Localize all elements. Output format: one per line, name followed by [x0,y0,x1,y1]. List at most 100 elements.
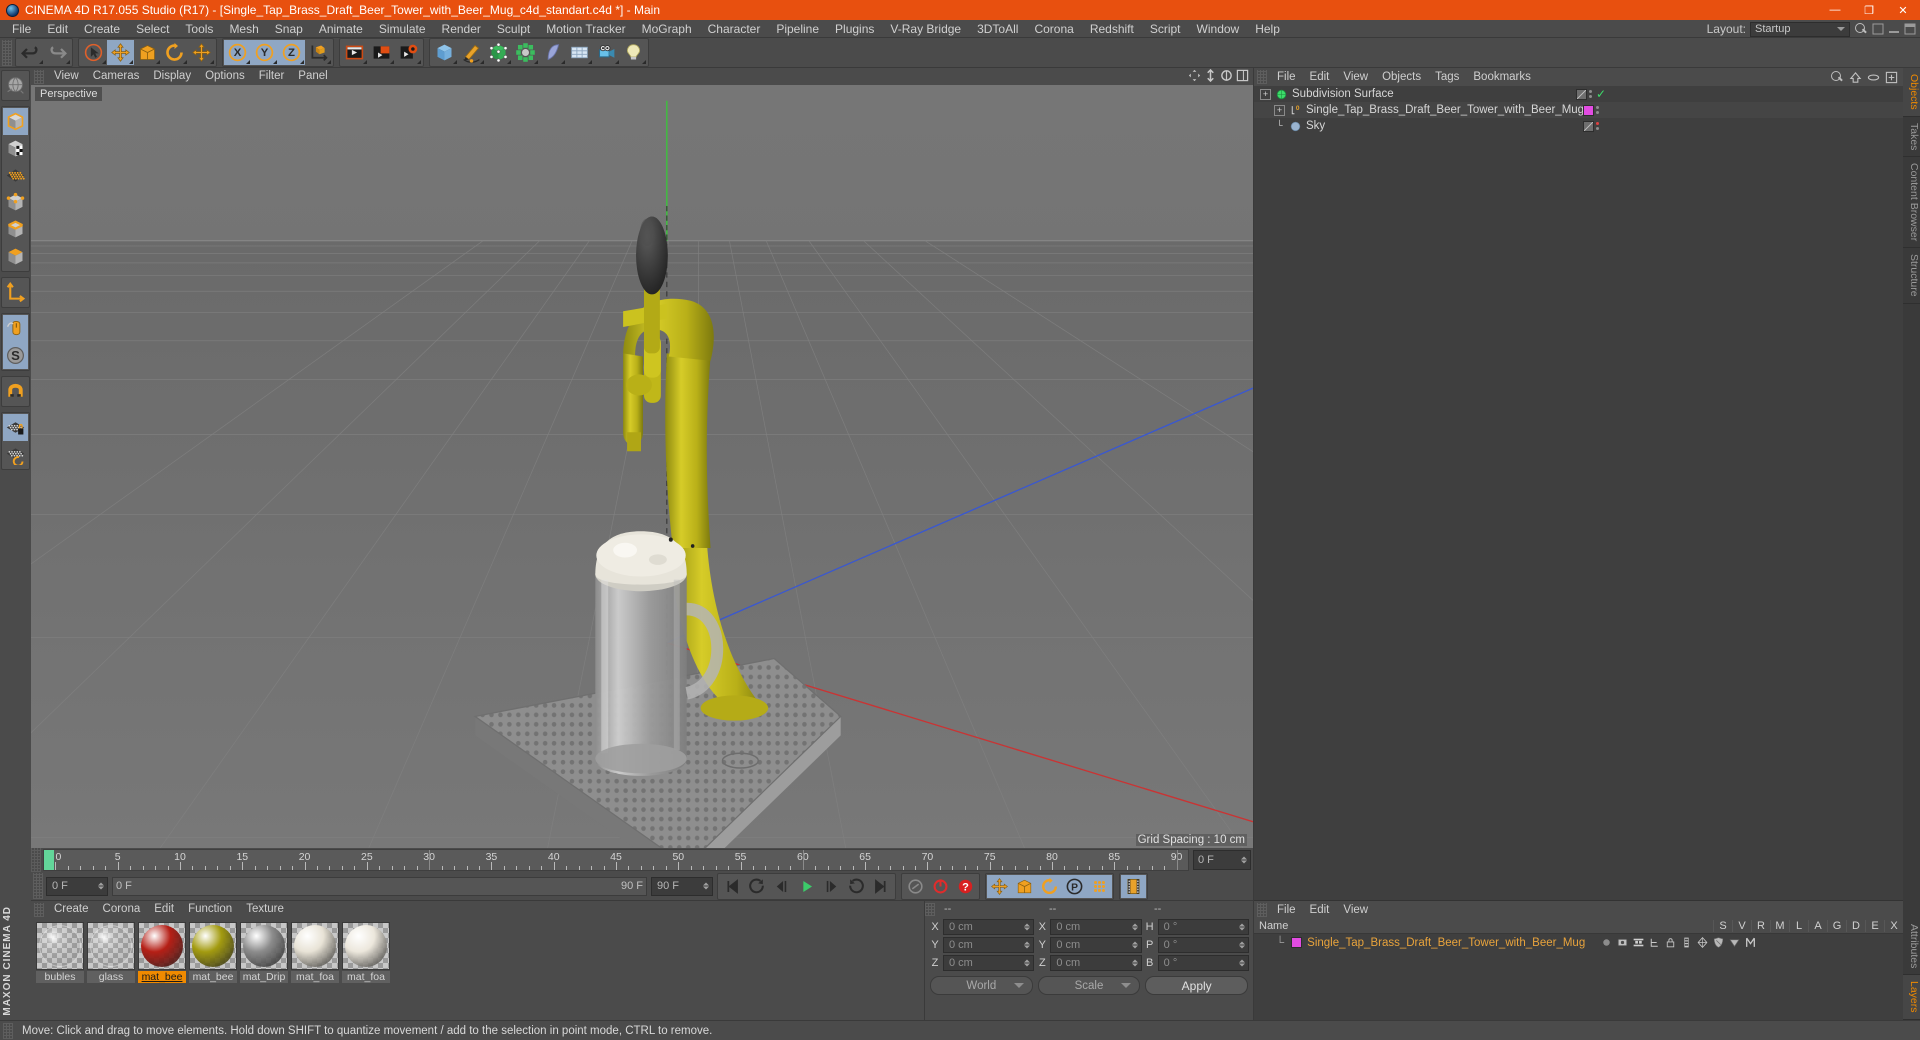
material-menu-corona[interactable]: Corona [96,901,148,918]
texture-mode-button[interactable] [3,135,28,162]
primitive-cube-button[interactable] [431,40,458,65]
menu-item-character[interactable]: Character [700,20,769,38]
floor-button[interactable] [566,40,593,65]
coordinate-grip[interactable] [925,902,935,916]
material-item[interactable]: mat_foa [342,922,390,983]
value-stepper[interactable] [1024,923,1031,931]
axis-modify-button[interactable] [3,279,28,306]
key-pla-button[interactable] [1087,874,1112,898]
menu-item-plugins[interactable]: Plugins [827,20,882,38]
attribute-column-g[interactable]: G [1827,920,1846,932]
object-menu-objects[interactable]: Objects [1375,68,1428,86]
menu-item-create[interactable]: Create [76,20,128,38]
object-row[interactable]: └ Sky [1254,118,1903,134]
render-tag-icon[interactable] [1632,936,1645,949]
visibility-dots[interactable] [1596,122,1599,130]
menu-item-corona[interactable]: Corona [1026,20,1081,38]
value-stepper[interactable] [1238,959,1245,967]
tree-expander[interactable]: └ [1274,120,1285,132]
value-stepper[interactable] [1131,941,1138,949]
maximize-button[interactable]: ❐ [1852,0,1886,20]
timeline-toggle-button[interactable] [1121,874,1146,898]
menu-item-tools[interactable]: Tools [177,20,221,38]
menu-item-redshift[interactable]: Redshift [1082,20,1142,38]
shade-tag-icon[interactable] [1728,936,1741,949]
start-frame-stepper[interactable] [98,882,104,890]
viewport-menu-filter[interactable]: Filter [252,68,292,85]
menu-item-snap[interactable]: Snap [267,20,311,38]
mograph-tag-icon[interactable] [1744,936,1757,949]
material-item[interactable]: mat_Drip [240,922,288,983]
key-parameter-button[interactable]: P [1062,874,1087,898]
material-item[interactable]: mat_bee [189,922,237,983]
maximize-view-icon[interactable] [1236,69,1249,82]
minimize-button[interactable]: — [1818,0,1852,20]
timeline-ruler[interactable]: 051015202530354045505560657075808590 [43,849,1189,871]
viewport-menu-panel[interactable]: Panel [291,68,334,85]
menu-item-simulate[interactable]: Simulate [371,20,434,38]
object-menu-file[interactable]: File [1270,68,1303,86]
redo-button[interactable] [44,40,71,65]
attribute-menu-edit[interactable]: Edit [1303,901,1337,919]
material-item[interactable]: bubles [36,922,84,983]
point-mode-button[interactable] [3,189,28,216]
menu-item-file[interactable]: File [4,20,39,38]
end-frame-field[interactable]: 90 F [651,876,713,896]
key-scale-button[interactable] [1012,874,1037,898]
object-row[interactable]: +0 Single_Tap_Brass_Draft_Beer_Tower_with… [1254,102,1903,118]
frame-stepper[interactable] [1241,856,1247,864]
record-button[interactable] [928,875,953,898]
generator-button[interactable] [485,40,512,65]
deform-tag-icon[interactable] [1696,936,1709,949]
material-item[interactable]: mat_bee [138,922,186,983]
attribute-column-s[interactable]: S [1713,920,1732,932]
material-item[interactable]: glass [87,922,135,983]
step-back-button[interactable] [769,875,794,898]
close-button[interactable]: ✕ [1886,0,1920,20]
object-menu-view[interactable]: View [1336,68,1375,86]
attribute-row[interactable]: └ Single_Tap_Brass_Draft_Beer_Tower_with_… [1254,934,1903,951]
timeline-scrub-track[interactable]: 0 F 90 F [112,876,647,896]
coordinate-size-input[interactable]: 0 cm [1050,937,1142,953]
model-mode-button[interactable] [3,108,28,135]
menu-item-pipeline[interactable]: Pipeline [768,20,827,38]
object-manager[interactable]: + Subdivision Surface ✓ +0 Single_Tap_Brass_… [1254,86,1903,900]
object-tag-cell[interactable] [1573,102,1609,118]
key-position-button[interactable] [987,874,1012,898]
record-question-button[interactable]: ? [953,875,978,898]
right-tab-layers[interactable]: Layers [1903,975,1920,1020]
menu-item-edit[interactable]: Edit [39,20,76,38]
render-region-button[interactable] [368,40,395,65]
lock-tag-icon[interactable] [1664,936,1677,949]
material-menu-function[interactable]: Function [181,901,239,918]
scale-button[interactable] [134,40,161,65]
object-menu-bookmarks[interactable]: Bookmarks [1466,68,1538,86]
visibility-dots[interactable] [1588,90,1592,98]
attribute-column-d[interactable]: D [1846,920,1865,932]
start-frame-field[interactable]: 0 F [46,876,108,896]
viewport-display-button[interactable] [3,72,28,99]
tree-expander[interactable]: + [1260,88,1271,100]
value-stepper[interactable] [1238,923,1245,931]
material-tag-swatch[interactable] [1583,120,1594,132]
layout-select[interactable]: Startup [1750,21,1850,37]
viewport-menu-display[interactable]: Display [146,68,198,85]
object-tag-cell[interactable] [1573,118,1609,134]
visibility-dots[interactable] [1596,106,1599,114]
enabled-check-icon[interactable]: ✓ [1596,87,1606,101]
material-menu-create[interactable]: Create [47,901,96,918]
attribute-column-e[interactable]: E [1865,920,1884,932]
coordinate-size-input[interactable]: 0 cm [1050,919,1142,935]
current-frame-marker[interactable] [44,850,54,870]
attribute-column-x[interactable]: X [1884,920,1903,932]
menu-item-v-ray-bridge[interactable]: V-Ray Bridge [882,20,969,38]
material-grip[interactable] [34,902,44,917]
hierarchy-tag-icon[interactable] [1648,936,1661,949]
right-tab-content-browser[interactable]: Content Browser [1903,157,1920,249]
right-tab-objects[interactable]: Objects [1903,68,1920,117]
render-view-button[interactable] [341,40,368,65]
workplane-rotate-button[interactable] [3,441,28,468]
attribute-menu-file[interactable]: File [1270,901,1303,919]
edge-mode-button[interactable] [3,216,28,243]
search-icon[interactable] [1854,22,1868,36]
